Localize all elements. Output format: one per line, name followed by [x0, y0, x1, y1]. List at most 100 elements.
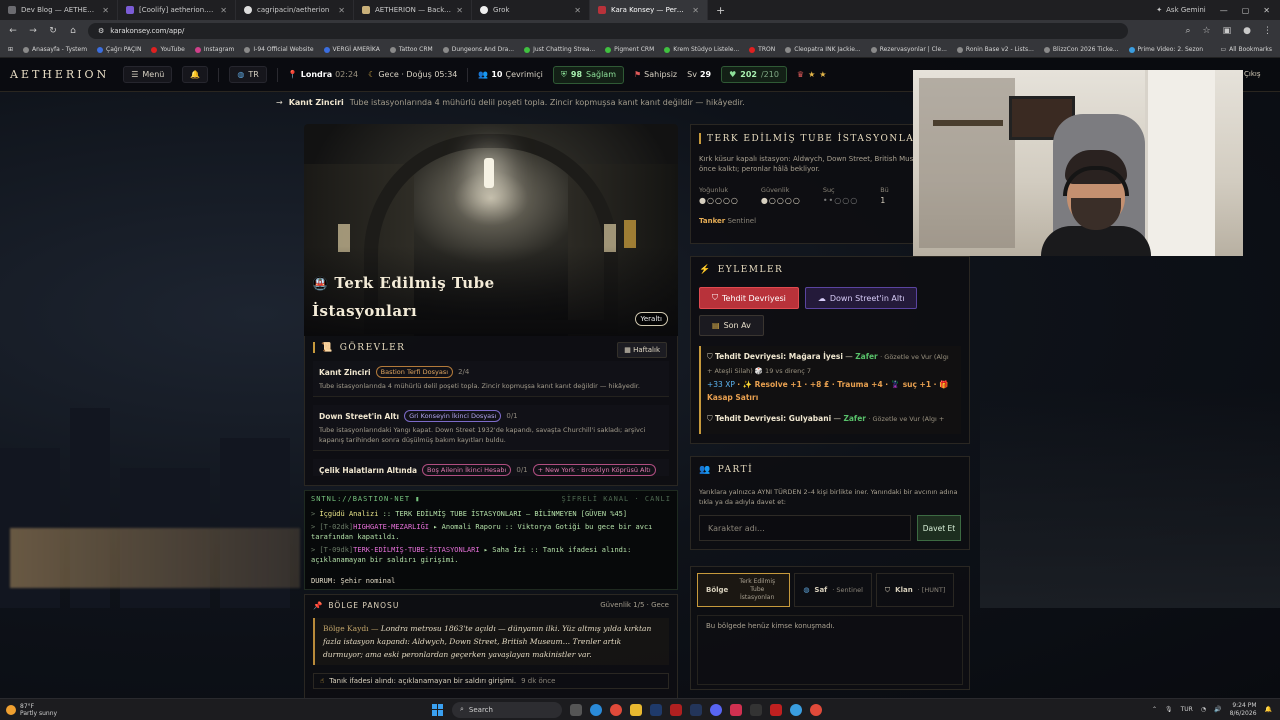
mic-icon[interactable]: 🎙: [1165, 706, 1173, 713]
region-event[interactable]: ☝ Tanık ifadesi alındı: açıklanamayan bir…: [313, 673, 669, 689]
browser-tab[interactable]: AETHERION — Backoffice✕: [354, 0, 472, 20]
stat-density: Yoğunluk ●○○○○: [699, 186, 739, 205]
clock[interactable]: 9:24 PM 8/6/2026: [1230, 702, 1257, 718]
bookmark-item[interactable]: VERGİ AMERİKA: [323, 46, 380, 53]
url-field[interactable]: ⚙ karakonsey.com/app/: [88, 23, 1128, 39]
level-indicator: Sv 29: [687, 70, 712, 79]
bookmark-item[interactable]: Just Chatting Strea...: [524, 46, 595, 53]
minimize-icon[interactable]: —: [1220, 6, 1228, 15]
logout-button[interactable]: Çıkış: [1244, 70, 1260, 78]
close-window-icon[interactable]: ✕: [1263, 6, 1270, 15]
menu-dots-icon[interactable]: ⋮: [1263, 26, 1272, 36]
bookmark-item[interactable]: TRON: [749, 46, 775, 53]
bookmark-item[interactable]: I-94 Official Website: [244, 46, 314, 53]
bookmark-icon: [323, 46, 330, 53]
new-tab-button[interactable]: +: [708, 4, 733, 17]
chrome-icon[interactable]: [610, 703, 622, 716]
browser-tab[interactable]: cagripacin/aetherion ✕: [236, 0, 354, 20]
terminal-line: > İçgüdü Analizi :: TERK EDİLMİŞ TUBE İS…: [311, 509, 671, 519]
bookmark-item[interactable]: Pigment CRM: [605, 46, 654, 53]
bookmark-item[interactable]: Ronin Base v2 - Lists...: [956, 46, 1034, 53]
bookmark-item[interactable]: YouTube: [151, 46, 185, 53]
ask-gemini-button[interactable]: ✦ Ask Gemini: [1156, 6, 1205, 14]
task-view-icon[interactable]: [570, 703, 582, 716]
bookmark-star-icon[interactable]: ☆: [1203, 26, 1211, 36]
browser-tab[interactable]: [Coolify] aetherion.s - Deploy✕: [118, 0, 236, 20]
online-count[interactable]: 👥 10 Çevrimiçi: [478, 70, 543, 79]
app-icon[interactable]: [730, 703, 742, 716]
quest-item[interactable]: Down Street'in Altı Gri Konseyin İkinci D…: [313, 405, 669, 451]
close-icon[interactable]: ✕: [692, 6, 699, 15]
home-icon[interactable]: ⌂: [68, 26, 78, 36]
bookmark-icon: [1043, 46, 1050, 53]
reload-icon[interactable]: ↻: [48, 26, 58, 36]
language-indicator[interactable]: TUR: [1181, 706, 1193, 713]
maximize-icon[interactable]: ▢: [1242, 6, 1250, 15]
chrome-icon[interactable]: [810, 703, 822, 716]
tab-favicon-icon: [598, 6, 606, 14]
browser-tab[interactable]: Dev Blog — AETHERION ✕: [0, 0, 118, 20]
bookmark-item[interactable]: Çağrı PAÇIN: [97, 46, 141, 53]
browser-tab[interactable]: Grok ✕: [472, 0, 590, 20]
close-icon[interactable]: ✕: [220, 6, 227, 15]
close-icon[interactable]: ✕: [338, 6, 345, 15]
bookmark-item[interactable]: Cleopatra INK Jackie...: [785, 46, 861, 53]
crumb-title[interactable]: Kanıt Zinciri: [289, 98, 344, 107]
bookmark-item[interactable]: Anasayfa - Tystem: [23, 46, 87, 53]
app-icon[interactable]: [670, 703, 682, 716]
terminal-icon[interactable]: [750, 703, 762, 716]
chevron-up-icon[interactable]: ⌃: [1152, 706, 1157, 713]
all-bookmarks-button[interactable]: ▭ All Bookmarks: [1220, 46, 1272, 53]
close-icon[interactable]: ✕: [574, 6, 581, 15]
bookmark-item[interactable]: Krem Stüdyo Listele...: [664, 46, 739, 53]
app-icon[interactable]: [790, 703, 802, 716]
edge-icon[interactable]: [590, 703, 602, 716]
windows-start-icon[interactable]: [432, 703, 444, 716]
volume-icon[interactable]: 🔊: [1214, 706, 1221, 713]
discord-icon[interactable]: [710, 703, 722, 716]
weather-temp: 87°F: [20, 702, 35, 710]
notifications-button[interactable]: 🔔: [182, 66, 209, 83]
bookmark-item[interactable]: Prime Video: 2. Sezon: [1128, 46, 1203, 53]
wifi-icon[interactable]: ◔: [1201, 706, 1206, 713]
extensions-icon[interactable]: ▣: [1223, 26, 1232, 36]
steam-icon[interactable]: [690, 703, 702, 716]
zoom-icon[interactable]: ⌕: [1186, 26, 1191, 36]
back-icon[interactable]: ←: [8, 26, 18, 36]
profile-icon[interactable]: ●: [1243, 26, 1251, 36]
brand-logo[interactable]: AETHERION: [10, 68, 109, 81]
chat-tab-clan[interactable]: ⛉ Klan · [HUNT]: [875, 573, 955, 607]
folder-icon[interactable]: [630, 703, 642, 716]
last-hunt-button[interactable]: ▤ Son Av: [699, 315, 764, 336]
invite-button[interactable]: Davet Et: [917, 515, 961, 541]
chat-tab-region[interactable]: Bölge Terk Edilmiş Tube İstasyonları: [697, 573, 791, 607]
weekly-button[interactable]: ▦ Haftalık: [617, 342, 667, 358]
bookmark-item[interactable]: Dungeons And Dra...: [442, 46, 514, 53]
menu-button[interactable]: ☰ Menü: [123, 66, 173, 83]
browser-tab-active[interactable]: Kara Konsey — Perde Aralanıyor✕: [590, 0, 708, 20]
quest-item[interactable]: Çelik Halatların Altında Boş Ailenin İkin…: [313, 459, 669, 476]
forward-icon[interactable]: →: [28, 26, 38, 36]
down-street-button[interactable]: ☁ Down Street'in Altı: [804, 287, 918, 309]
close-icon[interactable]: ✕: [102, 6, 109, 15]
threat-patrol-button[interactable]: ⛉ Tehdit Devriyesi: [699, 287, 799, 309]
notification-bell-icon[interactable]: 🔔: [1265, 706, 1272, 713]
bookmark-item[interactable]: Tattoo CRM: [389, 46, 433, 53]
taskbar-search[interactable]: ⌕ Search: [452, 701, 562, 718]
bookmark-item[interactable]: Rezervasyonlar | Cle...: [870, 46, 947, 53]
chat-tab-faction[interactable]: ◍ Saf · Sentinel: [794, 573, 872, 607]
webcam-shelf: [933, 120, 1003, 126]
bookmark-item[interactable]: BlizzCon 2026 Ticke...: [1043, 46, 1119, 53]
language-button[interactable]: ◍ TR: [229, 66, 267, 83]
weather-widget[interactable]: 87°F Partly sunny: [0, 703, 120, 717]
app-icon[interactable]: [770, 703, 782, 716]
character-name-input[interactable]: Karakter adı…: [699, 515, 911, 541]
bookmark-item[interactable]: Instagram: [194, 46, 234, 53]
site-info-icon[interactable]: ⚙: [98, 27, 104, 35]
quest-item[interactable]: Kanıt Zinciri Bastion Terfi Dosyası 2/4 Tu…: [313, 361, 669, 397]
intel-terminal: SNTNL://BASTION-NET ▮ ŞİFRELİ KANAL · CAN…: [304, 490, 678, 590]
photoshop-icon[interactable]: [650, 703, 662, 716]
apps-grid-icon[interactable]: ⊞: [8, 46, 13, 53]
pin-icon: 📌: [313, 601, 324, 610]
close-icon[interactable]: ✕: [456, 6, 463, 15]
